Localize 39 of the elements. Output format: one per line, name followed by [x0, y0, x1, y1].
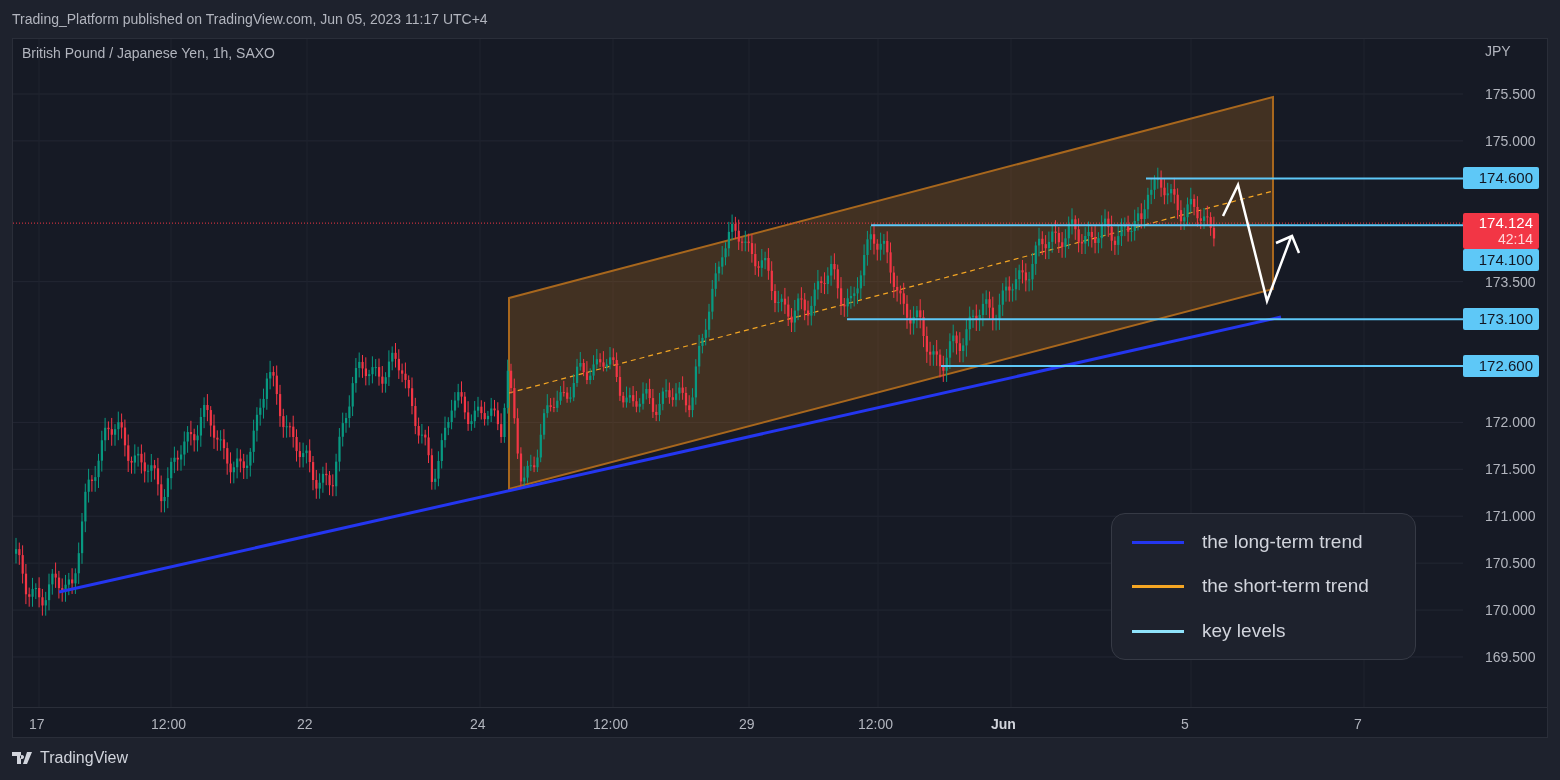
time-tick: 29 [739, 715, 755, 734]
time-tick: 22 [297, 715, 313, 734]
time-tick: 5 [1181, 715, 1189, 734]
price-tick: 170.000 [1485, 601, 1536, 620]
dashed-midline[interactable] [508, 190, 1274, 394]
level-price-badge: 174.100 [1463, 249, 1539, 272]
publish-info: Trading_Platform published on TradingView.com, Jun 05, 2023 11:17 UTC+4 [12, 9, 488, 29]
price-tick: 170.500 [1485, 554, 1536, 573]
current-price: 174.124 [1478, 215, 1533, 232]
price-axis[interactable]: JPY 175.500 175.000 173.500 172.000 171.500 171.000 170.500 170.000 169.500 174.600 174.100 173.100 172.600 174.124 42:14 [1463, 39, 1547, 707]
symbol-title: British Pound / Japanese Yen, 1h, SAXO [22, 44, 275, 63]
time-tick: Jun [991, 715, 1016, 734]
legend-label: the short-term trend [1202, 574, 1369, 599]
price-tick: 171.500 [1485, 460, 1536, 479]
time-tick: 12:00 [593, 715, 629, 734]
level-price-badge: 172.600 [1463, 355, 1539, 378]
time-tick: 24 [470, 715, 486, 734]
time-tick: 17 [29, 715, 45, 734]
forecast-arrow[interactable] [1221, 181, 1301, 306]
time-tick: 7 [1354, 715, 1362, 734]
price-tick: 171.000 [1485, 507, 1536, 526]
bar-countdown: 42:14 [1497, 231, 1533, 248]
brand-name[interactable]: TradingView [40, 746, 129, 770]
price-tick: 175.000 [1485, 131, 1536, 150]
price-tick: 175.500 [1485, 85, 1536, 103]
time-tick: 12:00 [151, 715, 187, 734]
legend-label: the long-term trend [1202, 529, 1363, 554]
price-tick: 173.500 [1485, 272, 1536, 291]
legend-label: key levels [1202, 618, 1286, 643]
level-price-badge: 174.600 [1463, 167, 1539, 190]
price-channel[interactable] [508, 95, 1274, 491]
time-tick: 12:00 [858, 715, 894, 734]
key-level-line[interactable] [846, 318, 1463, 321]
level-price-badge: 173.100 [1463, 308, 1539, 331]
currency-label: JPY [1485, 42, 1511, 61]
price-tick: 172.000 [1485, 413, 1536, 432]
key-level-line[interactable] [940, 365, 1463, 368]
price-tick: 169.500 [1485, 647, 1536, 666]
key-level-line[interactable] [870, 224, 1463, 227]
